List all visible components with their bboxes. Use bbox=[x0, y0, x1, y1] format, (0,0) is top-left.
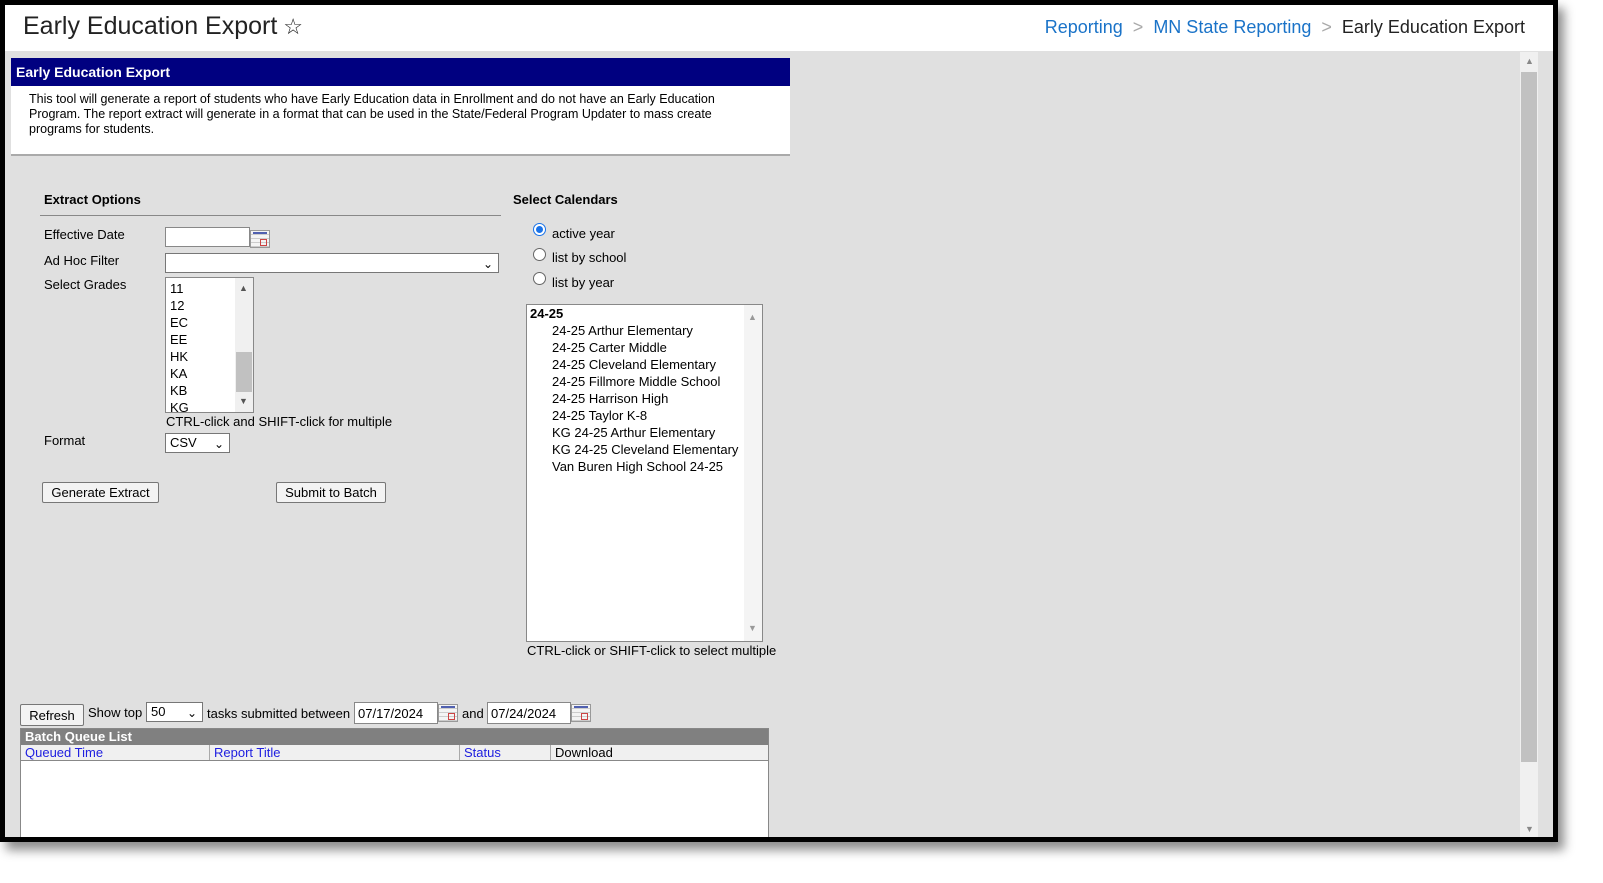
column-report-title[interactable]: Report Title bbox=[210, 745, 460, 760]
page-scrollbar[interactable]: ▲ ▼ bbox=[1520, 52, 1538, 837]
chevron-down-icon: ⌄ bbox=[186, 706, 197, 720]
calendar-option[interactable]: 24-25 Fillmore Middle School bbox=[530, 373, 762, 390]
chevron-right-icon: > bbox=[1321, 17, 1332, 37]
calendar-option[interactable]: 24-25 Carter Middle bbox=[530, 339, 762, 356]
radio-active-year[interactable] bbox=[533, 223, 546, 236]
chevron-down-icon: ⌄ bbox=[213, 437, 224, 451]
format-label: Format bbox=[44, 433, 86, 448]
submit-to-batch-button[interactable]: Submit to Batch bbox=[276, 482, 386, 503]
radio-label: list by year bbox=[552, 275, 615, 290]
show-top-label: Show top bbox=[88, 705, 143, 720]
effective-date-input[interactable] bbox=[165, 227, 250, 247]
star-outline-icon[interactable]: ☆ bbox=[283, 14, 303, 39]
column-status[interactable]: Status bbox=[460, 745, 551, 760]
radio-list-by-school[interactable] bbox=[533, 248, 546, 261]
refresh-button[interactable]: Refresh bbox=[20, 704, 84, 726]
calendar-option[interactable]: KG 24-25 Cleveland Elementary bbox=[530, 441, 762, 458]
extract-options-heading: Extract Options bbox=[44, 192, 141, 207]
select-calendars-heading: Select Calendars bbox=[513, 192, 618, 207]
calendar-option[interactable]: 24-25 Cleveland Elementary bbox=[530, 356, 762, 373]
calendars-hint: CTRL-click or SHIFT-click to select mult… bbox=[527, 643, 777, 658]
scrollbar-thumb[interactable] bbox=[1521, 72, 1537, 762]
calendar-option[interactable]: Van Buren High School 24-25 bbox=[530, 458, 762, 475]
show-top-select[interactable]: 50 ⌄ bbox=[146, 702, 203, 722]
divider bbox=[40, 215, 501, 216]
start-date-input[interactable] bbox=[354, 702, 438, 724]
calendar-option[interactable]: 24-25 Taylor K-8 bbox=[530, 407, 762, 424]
calendar-icon[interactable] bbox=[250, 230, 270, 248]
chevron-down-icon: ⌄ bbox=[482, 257, 493, 271]
radio-list-by-year[interactable] bbox=[533, 272, 546, 285]
format-select[interactable]: CSV ⌄ bbox=[165, 433, 230, 453]
grades-scrollbar[interactable]: ▲ ▼ bbox=[235, 278, 253, 412]
column-queued-time[interactable]: Queued Time bbox=[21, 745, 210, 760]
breadcrumb-reporting[interactable]: Reporting bbox=[1045, 17, 1123, 37]
header: Early Education Export ☆ Reporting > MN Sta… bbox=[5, 5, 1553, 51]
effective-date-label: Effective Date bbox=[44, 227, 125, 242]
calendar-option[interactable]: KG 24-25 Arthur Elementary bbox=[530, 424, 762, 441]
column-download: Download bbox=[555, 745, 613, 760]
batch-queue-table: Batch Queue List Queued Time Report Titl… bbox=[20, 728, 769, 837]
calendar-icon[interactable] bbox=[438, 704, 458, 722]
calendars-listbox[interactable]: 24-25 24-25 Arthur Elementary 24-25 Cart… bbox=[526, 304, 763, 642]
batch-queue-title: Batch Queue List bbox=[21, 729, 768, 745]
breadcrumb-current: Early Education Export bbox=[1341, 17, 1525, 37]
calendar-icon[interactable] bbox=[571, 704, 591, 722]
calendars-scrollbar[interactable]: ▲ ▼ bbox=[744, 305, 762, 641]
grades-listbox[interactable]: 11 12 EC EE HK KA KB KG ▲ ▼ bbox=[165, 277, 254, 413]
adhoc-filter-select[interactable]: ⌄ bbox=[165, 253, 499, 273]
panel-description: This tool will generate a report of stud… bbox=[29, 92, 715, 136]
end-date-input[interactable] bbox=[487, 702, 571, 724]
grades-hint: CTRL-click and SHIFT-click for multiple bbox=[166, 414, 393, 429]
page: Early Education Export ☆ Reporting > MN Sta… bbox=[5, 5, 1553, 837]
breadcrumb-mn-state-reporting[interactable]: MN State Reporting bbox=[1153, 17, 1311, 37]
calendar-option[interactable]: 24-25 Harrison High bbox=[530, 390, 762, 407]
generate-extract-button[interactable]: Generate Extract bbox=[42, 482, 159, 503]
breadcrumb: Reporting > MN State Reporting > Early Educa… bbox=[1045, 17, 1525, 38]
and-label: and bbox=[462, 706, 484, 721]
adhoc-filter-label: Ad Hoc Filter bbox=[44, 253, 120, 268]
table-header: Queued Time Report Title Status Download bbox=[21, 745, 768, 761]
radio-label: list by school bbox=[552, 250, 627, 265]
chevron-right-icon: > bbox=[1132, 17, 1144, 37]
tasks-between-label: tasks submitted between bbox=[207, 706, 351, 721]
calendar-option[interactable]: 24-25 Arthur Elementary bbox=[530, 322, 762, 339]
select-grades-label: Select Grades bbox=[44, 277, 127, 292]
radio-label: active year bbox=[552, 226, 615, 241]
page-title: Early Education Export ☆ bbox=[23, 12, 304, 40]
tool-panel: Early Education Export This tool will ge… bbox=[11, 58, 790, 156]
calendar-group: 24-25 bbox=[530, 306, 564, 321]
panel-title: Early Education Export bbox=[11, 58, 790, 86]
